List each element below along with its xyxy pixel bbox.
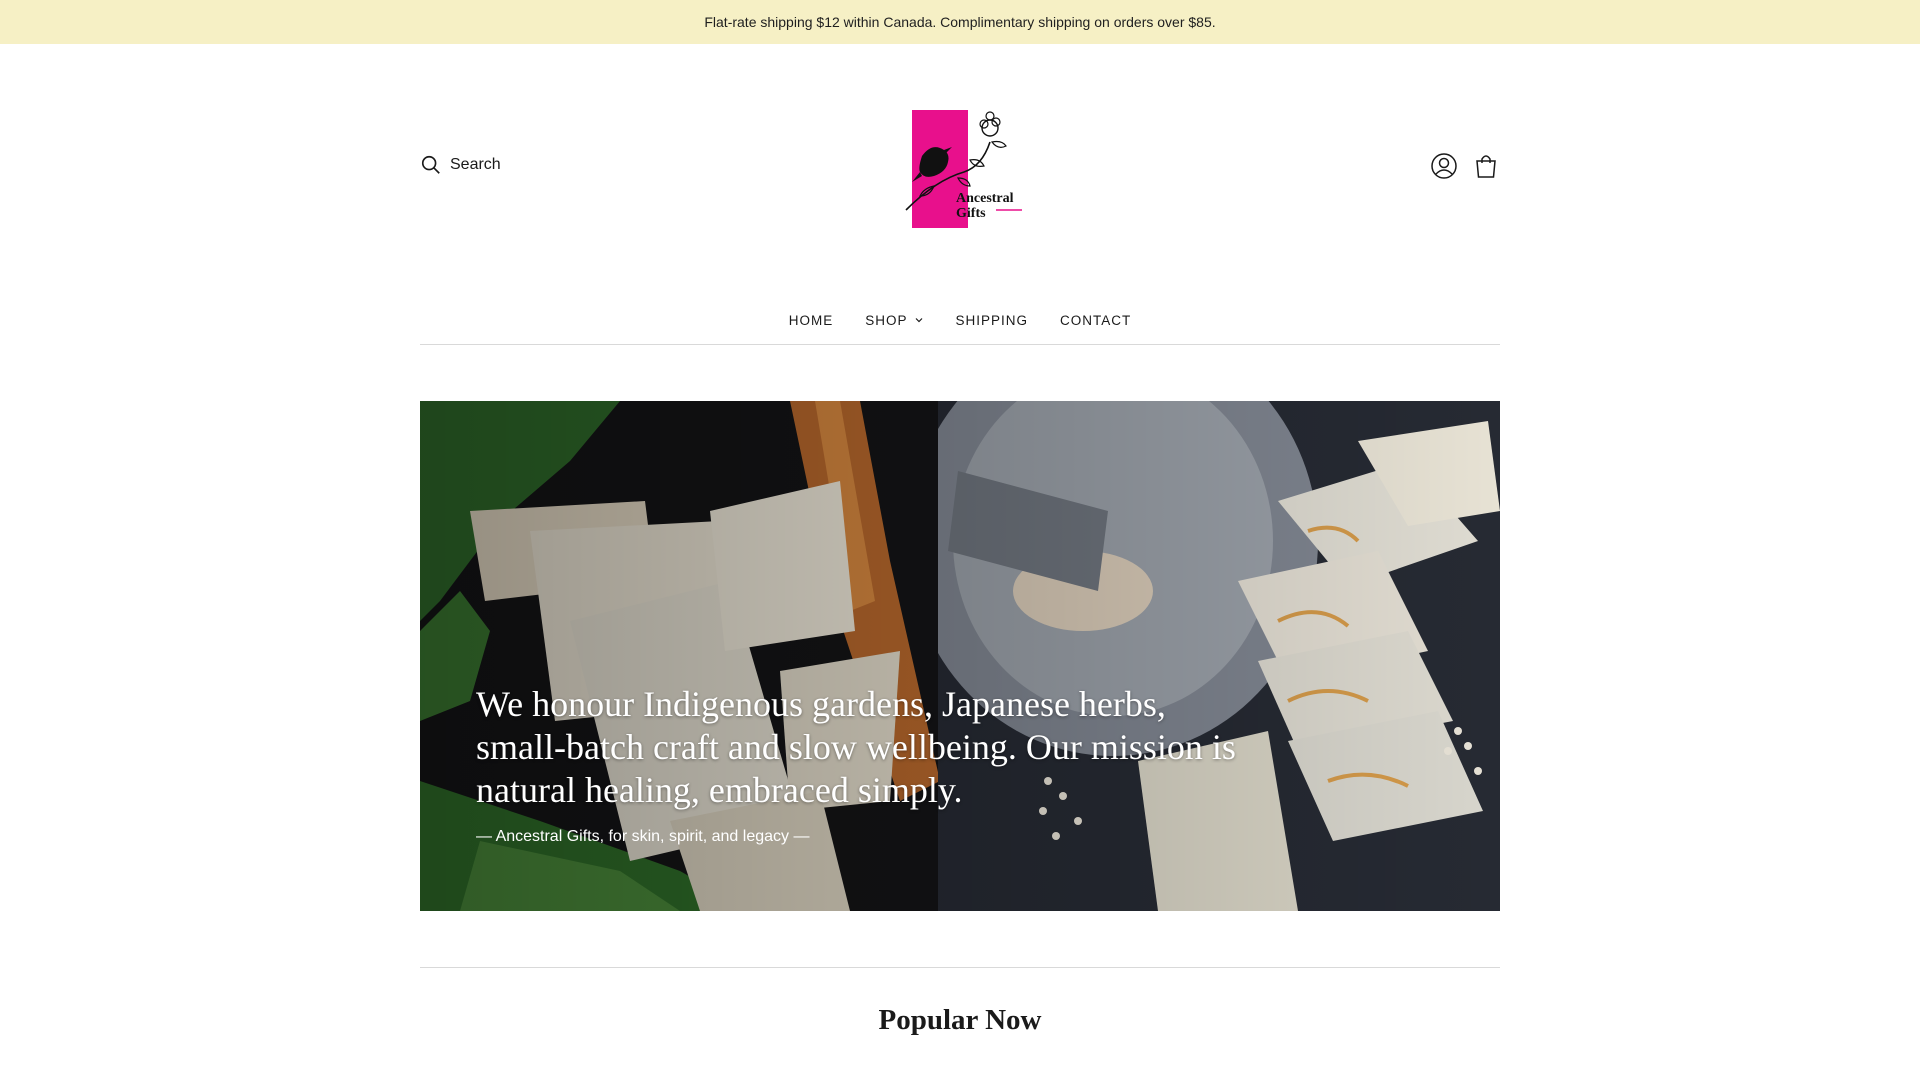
main-nav: HOME SHOP SHIPPING CONTACT	[420, 304, 1500, 345]
hero-text: We honour Indigenous gardens, Japanese h…	[476, 683, 1246, 846]
logo-text-line2: Gifts	[956, 206, 986, 221]
cart-icon[interactable]	[1472, 152, 1500, 180]
search-icon	[421, 155, 440, 174]
nav-item-contact[interactable]: CONTACT	[1060, 313, 1131, 336]
hero-quote: We honour Indigenous gardens, Japanese h…	[476, 684, 1236, 810]
nav-item-shop[interactable]: SHOP	[865, 313, 923, 336]
logo-text-line1: Ancestral	[956, 191, 1014, 206]
announcement-bar: Flat-rate shipping $12 within Canada. Co…	[0, 0, 1920, 44]
popular-now-title: Popular Now	[878, 1004, 1042, 1036]
hero-banner: We honour Indigenous gardens, Japanese h…	[420, 401, 1500, 911]
nav-item-label: CONTACT	[1060, 312, 1132, 328]
account-icon[interactable]	[1430, 152, 1458, 180]
hero-attribution: — Ancestral Gifts, for skin, spirit, and…	[476, 828, 810, 845]
nav-item-shipping[interactable]: SHIPPING	[956, 313, 1029, 336]
site-header: Search Ancestral Gifts HOME SHOP SHIPPIN…	[420, 44, 1500, 345]
brand-logo[interactable]: Ancestral Gifts	[900, 106, 1022, 236]
search-button[interactable]: Search	[420, 154, 501, 176]
header-icons	[1430, 152, 1500, 180]
announcement-text: Flat-rate shipping $12 within Canada. Co…	[704, 14, 1216, 30]
nav-item-label: SHOP	[865, 312, 908, 328]
search-label: Search	[450, 156, 501, 173]
chevron-down-icon	[915, 318, 922, 323]
section-divider	[420, 967, 1500, 968]
nav-item-label: HOME	[788, 312, 834, 328]
nav-item-label: SHIPPING	[955, 312, 1029, 328]
nav-item-home[interactable]: HOME	[789, 313, 834, 336]
